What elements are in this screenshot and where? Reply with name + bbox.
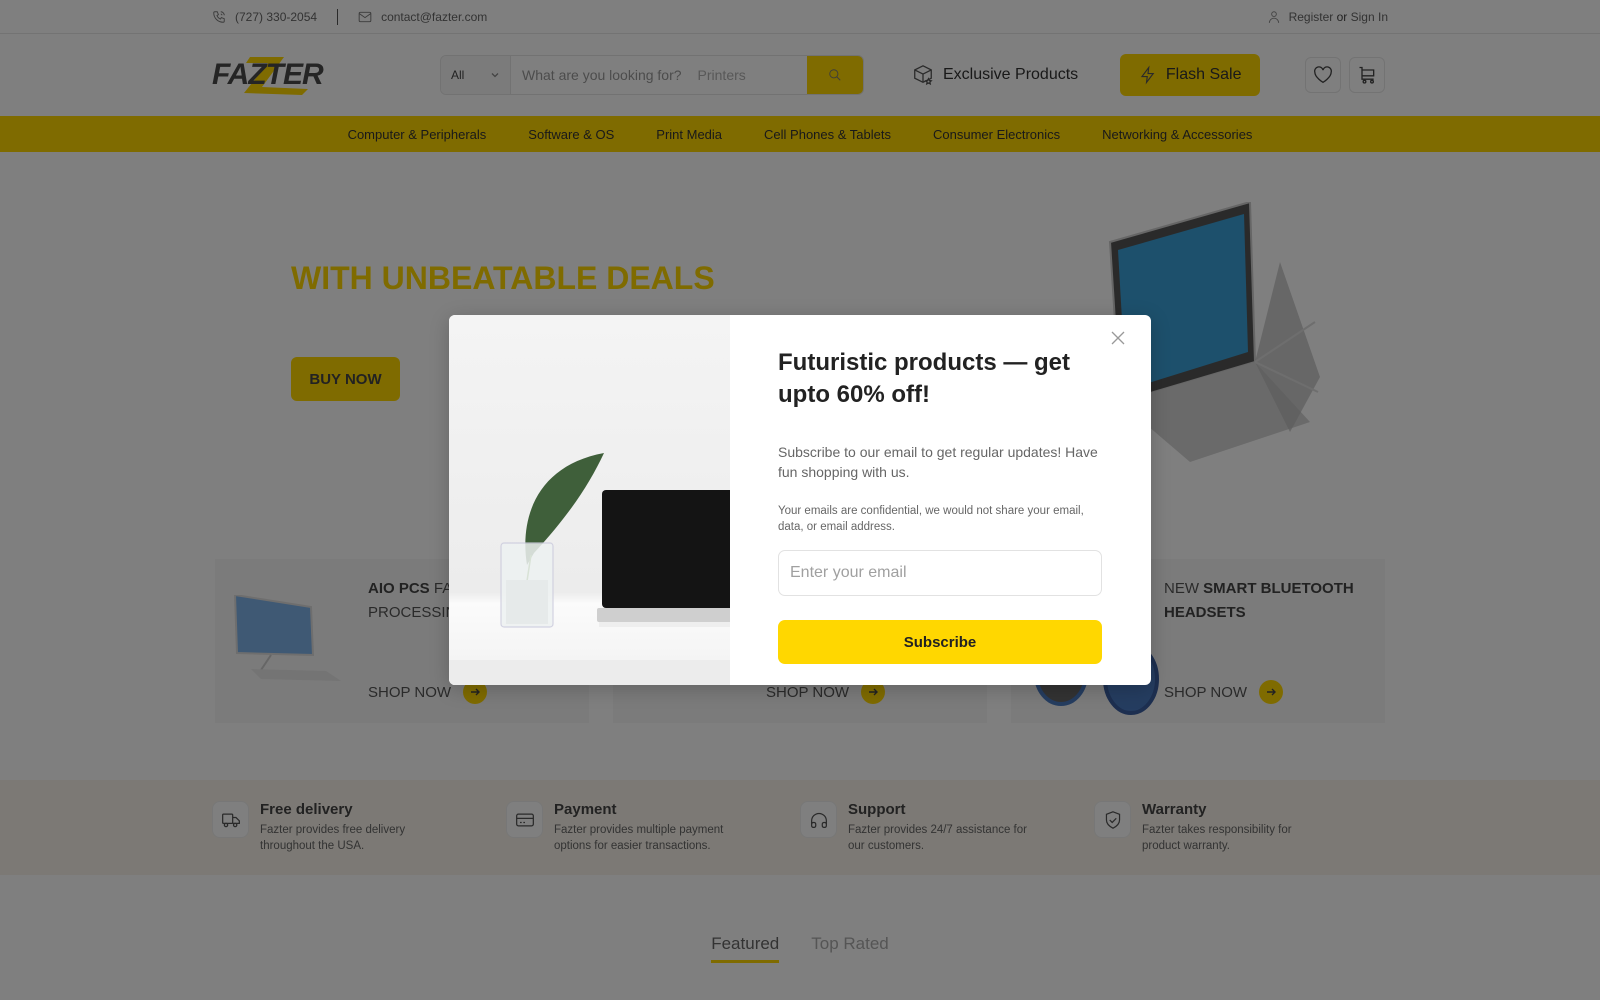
modal-image: [449, 315, 730, 685]
close-icon[interactable]: [1111, 331, 1127, 347]
modal-lead-text: Subscribe to our email to get regular up…: [778, 444, 1098, 480]
newsletter-modal: Futuristic products — get upto 60% off! …: [449, 315, 1151, 685]
modal-body: Futuristic products — get upto 60% off! …: [730, 315, 1151, 685]
page: (727) 330-2054 contact@fazter.com Regist…: [0, 0, 1600, 1000]
modal-privacy-note: Your emails are confidential, we would n…: [778, 505, 1084, 533]
laptop-plant-photo: [449, 453, 730, 685]
modal-title: Futuristic products — get upto 60% off!: [778, 349, 1071, 408]
email-input[interactable]: [778, 550, 1102, 596]
subscribe-button[interactable]: Subscribe: [778, 620, 1102, 664]
